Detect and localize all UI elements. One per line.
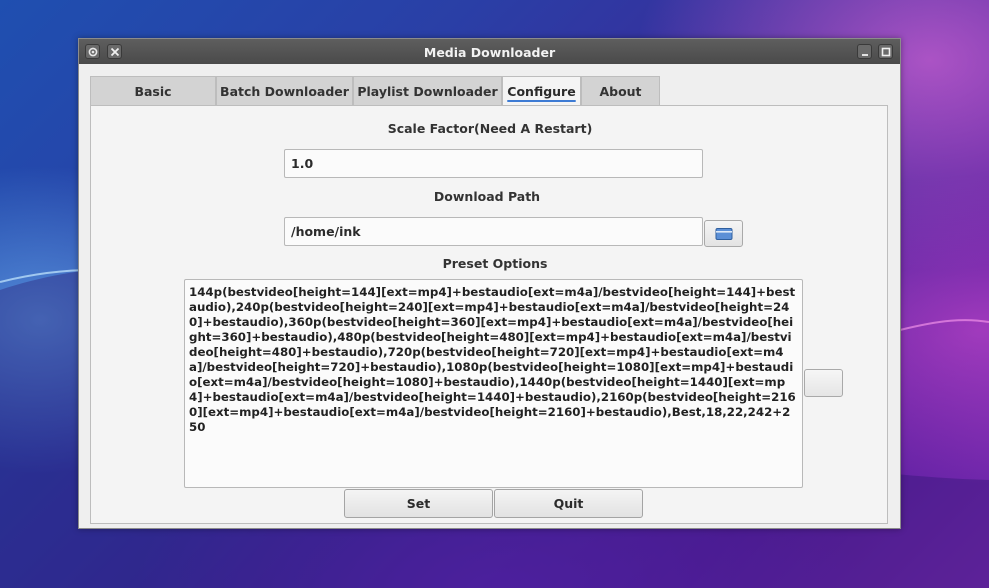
scale-factor-label: Scale Factor(Need A Restart)	[387, 121, 593, 136]
configure-panel: Scale Factor(Need A Restart) Download Pa…	[90, 105, 888, 524]
tab-label: Playlist Downloader	[357, 84, 498, 99]
download-path-label: Download Path	[433, 189, 541, 204]
scale-factor-input[interactable]	[284, 149, 703, 178]
tab-playlist-downloader[interactable]: Playlist Downloader	[353, 76, 502, 105]
folder-icon	[715, 227, 732, 240]
titlebar[interactable]: Media Downloader	[79, 39, 900, 64]
app-window: Media Downloader Basic Downloader Batch …	[78, 38, 901, 529]
set-button[interactable]: Set	[344, 489, 493, 518]
tab-about[interactable]: About	[581, 76, 660, 105]
tab-basic-downloader[interactable]: Basic Downloader	[90, 76, 216, 128]
window-minimize-button[interactable]	[857, 44, 872, 59]
download-path-input[interactable]	[284, 217, 703, 246]
preset-options-textarea[interactable]: 144p(bestvideo[height=144][ext=mp4]+best…	[184, 279, 803, 488]
tab-label: Configure	[507, 84, 576, 99]
tab-label: About	[599, 84, 642, 99]
maximize-icon	[881, 47, 890, 56]
quit-button[interactable]: Quit	[494, 489, 643, 518]
window-title: Media Downloader	[423, 45, 556, 60]
minimize-icon	[861, 53, 868, 56]
window-maximize-button[interactable]	[878, 44, 893, 59]
tab-batch-downloader[interactable]: Batch Downloader	[216, 76, 353, 105]
tab-label: Batch Downloader	[220, 84, 349, 99]
tab-configure[interactable]: Configure	[502, 76, 581, 106]
preset-options-side-button[interactable]	[804, 369, 843, 397]
browse-path-button[interactable]	[704, 220, 743, 247]
preset-options-label: Preset Options	[442, 256, 548, 271]
